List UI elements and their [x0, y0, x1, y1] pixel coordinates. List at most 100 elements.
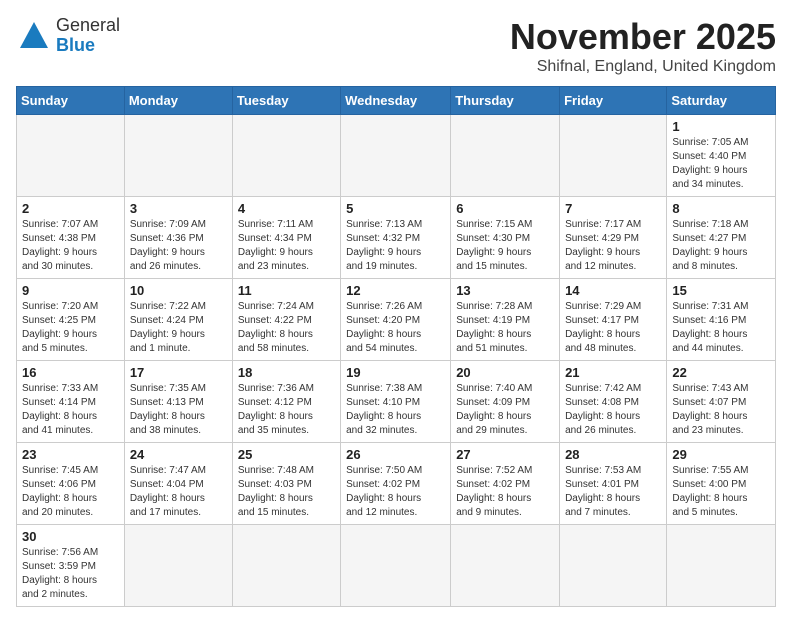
- calendar-day: 23 Sunrise: 7:45 AM Sunset: 4:06 PM Dayli…: [17, 443, 125, 525]
- calendar-day: 4 Sunrise: 7:11 AM Sunset: 4:34 PM Daylig…: [232, 197, 340, 279]
- calendar-day: 27 Sunrise: 7:52 AM Sunset: 4:02 PM Dayli…: [451, 443, 560, 525]
- calendar-week-row: 2 Sunrise: 7:07 AM Sunset: 4:38 PM Daylig…: [17, 197, 776, 279]
- day-info: Sunrise: 7:56 AM Sunset: 3:59 PM Dayligh…: [22, 546, 119, 602]
- calendar-week-row: 30 Sunrise: 7:56 AM Sunset: 3:59 PM Dayli…: [17, 525, 776, 607]
- header-sunday: Sunday: [17, 87, 125, 115]
- day-info: Sunrise: 7:07 AM Sunset: 4:38 PM Dayligh…: [22, 218, 119, 274]
- month-title: November 2025: [510, 16, 776, 58]
- calendar-day: 19Sunrise: 7:38 AM Sunset: 4:10 PM Dayli…: [341, 361, 451, 443]
- calendar-week-row: 9 Sunrise: 7:20 AM Sunset: 4:25 PM Daylig…: [17, 279, 776, 361]
- day-info: Sunrise: 7:05 AM Sunset: 4:40 PM Dayligh…: [672, 136, 770, 192]
- day-number: 29: [672, 447, 770, 462]
- location: Shifnal, England, United Kingdom: [510, 58, 776, 76]
- day-info: Sunrise: 7:22 AM Sunset: 4:24 PM Dayligh…: [130, 300, 227, 356]
- header-thursday: Thursday: [451, 87, 560, 115]
- calendar-day: 10 Sunrise: 7:22 AM Sunset: 4:24 PM Dayli…: [124, 279, 232, 361]
- day-info: Sunrise: 7:36 AM Sunset: 4:12 PM Dayligh…: [238, 382, 335, 438]
- day-number: 17: [130, 365, 227, 380]
- day-number: 30: [22, 529, 119, 544]
- day-number: 12: [346, 283, 445, 298]
- day-info: Sunrise: 7:29 AM Sunset: 4:17 PM Dayligh…: [565, 300, 661, 356]
- calendar-day: 29 Sunrise: 7:55 AM Sunset: 4:00 PM Dayli…: [667, 443, 776, 525]
- day-info: Sunrise: 7:50 AM Sunset: 4:02 PM Dayligh…: [346, 464, 445, 520]
- calendar-day: 13 Sunrise: 7:28 AM Sunset: 4:19 PM Dayli…: [451, 279, 560, 361]
- day-number: 20: [456, 365, 554, 380]
- calendar-day: 3Sunrise: 7:09 AM Sunset: 4:36 PM Daylig…: [124, 197, 232, 279]
- day-info: Sunrise: 7:28 AM Sunset: 4:19 PM Dayligh…: [456, 300, 554, 356]
- day-info: Sunrise: 7:18 AM Sunset: 4:27 PM Dayligh…: [672, 218, 770, 274]
- calendar-day: 2 Sunrise: 7:07 AM Sunset: 4:38 PM Daylig…: [17, 197, 125, 279]
- day-info: Sunrise: 7:45 AM Sunset: 4:06 PM Dayligh…: [22, 464, 119, 520]
- day-number: 7: [565, 201, 661, 216]
- calendar-day: 6Sunrise: 7:15 AM Sunset: 4:30 PM Daylig…: [451, 197, 560, 279]
- day-number: 14: [565, 283, 661, 298]
- day-info: Sunrise: 7:53 AM Sunset: 4:01 PM Dayligh…: [565, 464, 661, 520]
- day-number: 9: [22, 283, 119, 298]
- header-friday: Friday: [560, 87, 667, 115]
- day-info: Sunrise: 7:20 AM Sunset: 4:25 PM Dayligh…: [22, 300, 119, 356]
- day-info: Sunrise: 7:13 AM Sunset: 4:32 PM Dayligh…: [346, 218, 445, 274]
- header-tuesday: Tuesday: [232, 87, 340, 115]
- day-number: 13: [456, 283, 554, 298]
- calendar-day: 26 Sunrise: 7:50 AM Sunset: 4:02 PM Dayli…: [341, 443, 451, 525]
- calendar-day: 17 Sunrise: 7:35 AM Sunset: 4:13 PM Dayli…: [124, 361, 232, 443]
- day-info: Sunrise: 7:55 AM Sunset: 4:00 PM Dayligh…: [672, 464, 770, 520]
- calendar-day: 24 Sunrise: 7:47 AM Sunset: 4:04 PM Dayli…: [124, 443, 232, 525]
- calendar-day: [124, 115, 232, 197]
- day-number: 22: [672, 365, 770, 380]
- day-number: 28: [565, 447, 661, 462]
- logo-text: General Blue: [56, 16, 120, 56]
- calendar-day: 12 Sunrise: 7:26 AM Sunset: 4:20 PM Dayli…: [341, 279, 451, 361]
- calendar-day: [451, 115, 560, 197]
- day-number: 5: [346, 201, 445, 216]
- calendar-day: 21Sunrise: 7:42 AM Sunset: 4:08 PM Dayli…: [560, 361, 667, 443]
- calendar-day: 18 Sunrise: 7:36 AM Sunset: 4:12 PM Dayli…: [232, 361, 340, 443]
- day-number: 18: [238, 365, 335, 380]
- calendar-week-row: 1 Sunrise: 7:05 AM Sunset: 4:40 PM Daylig…: [17, 115, 776, 197]
- calendar-day: 9 Sunrise: 7:20 AM Sunset: 4:25 PM Daylig…: [17, 279, 125, 361]
- day-number: 23: [22, 447, 119, 462]
- calendar-day: 20Sunrise: 7:40 AM Sunset: 4:09 PM Dayli…: [451, 361, 560, 443]
- calendar-day: [17, 115, 125, 197]
- calendar-day: [232, 115, 340, 197]
- logo: General Blue: [16, 16, 120, 56]
- day-number: 25: [238, 447, 335, 462]
- day-number: 24: [130, 447, 227, 462]
- calendar-day: 15Sunrise: 7:31 AM Sunset: 4:16 PM Dayli…: [667, 279, 776, 361]
- day-info: Sunrise: 7:11 AM Sunset: 4:34 PM Dayligh…: [238, 218, 335, 274]
- day-number: 1: [672, 119, 770, 134]
- day-info: Sunrise: 7:24 AM Sunset: 4:22 PM Dayligh…: [238, 300, 335, 356]
- calendar-day: 22Sunrise: 7:43 AM Sunset: 4:07 PM Dayli…: [667, 361, 776, 443]
- calendar-day: [124, 525, 232, 607]
- calendar-day: 11Sunrise: 7:24 AM Sunset: 4:22 PM Dayli…: [232, 279, 340, 361]
- day-number: 4: [238, 201, 335, 216]
- day-info: Sunrise: 7:15 AM Sunset: 4:30 PM Dayligh…: [456, 218, 554, 274]
- calendar-day: 25Sunrise: 7:48 AM Sunset: 4:03 PM Dayli…: [232, 443, 340, 525]
- weekday-header-row: Sunday Monday Tuesday Wednesday Thursday…: [17, 87, 776, 115]
- calendar-week-row: 23 Sunrise: 7:45 AM Sunset: 4:06 PM Dayli…: [17, 443, 776, 525]
- day-number: 27: [456, 447, 554, 462]
- day-info: Sunrise: 7:09 AM Sunset: 4:36 PM Dayligh…: [130, 218, 227, 274]
- day-number: 2: [22, 201, 119, 216]
- day-number: 26: [346, 447, 445, 462]
- day-number: 16: [22, 365, 119, 380]
- calendar-day: 8 Sunrise: 7:18 AM Sunset: 4:27 PM Daylig…: [667, 197, 776, 279]
- title-area: November 2025 Shifnal, England, United K…: [510, 16, 776, 76]
- day-number: 21: [565, 365, 661, 380]
- day-info: Sunrise: 7:35 AM Sunset: 4:13 PM Dayligh…: [130, 382, 227, 438]
- day-info: Sunrise: 7:31 AM Sunset: 4:16 PM Dayligh…: [672, 300, 770, 356]
- header-saturday: Saturday: [667, 87, 776, 115]
- logo-icon: [16, 18, 52, 54]
- day-info: Sunrise: 7:47 AM Sunset: 4:04 PM Dayligh…: [130, 464, 227, 520]
- day-info: Sunrise: 7:52 AM Sunset: 4:02 PM Dayligh…: [456, 464, 554, 520]
- day-info: Sunrise: 7:26 AM Sunset: 4:20 PM Dayligh…: [346, 300, 445, 356]
- calendar-day: [232, 525, 340, 607]
- calendar-day: 28 Sunrise: 7:53 AM Sunset: 4:01 PM Dayli…: [560, 443, 667, 525]
- day-number: 8: [672, 201, 770, 216]
- header-monday: Monday: [124, 87, 232, 115]
- calendar-day: [667, 525, 776, 607]
- day-number: 19: [346, 365, 445, 380]
- day-number: 10: [130, 283, 227, 298]
- calendar-day: [341, 525, 451, 607]
- day-info: Sunrise: 7:17 AM Sunset: 4:29 PM Dayligh…: [565, 218, 661, 274]
